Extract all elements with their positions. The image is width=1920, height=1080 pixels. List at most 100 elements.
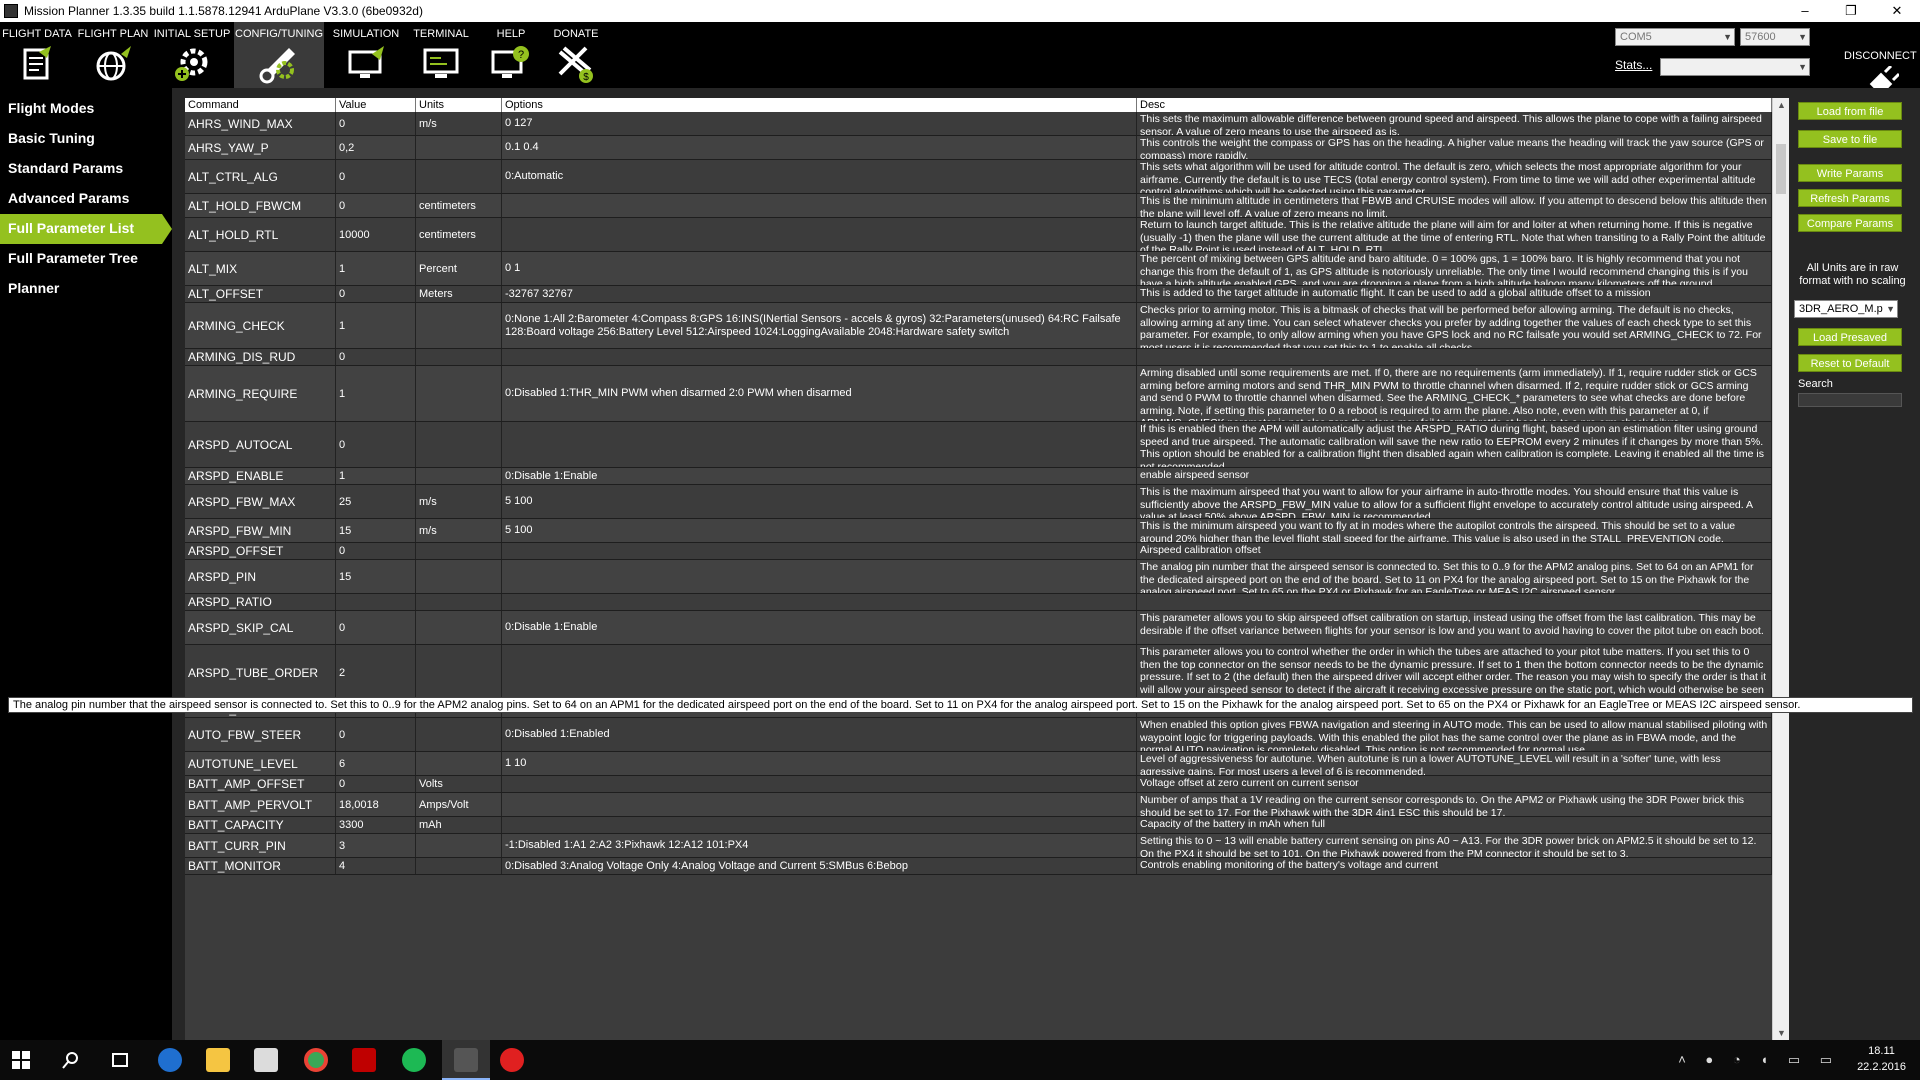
table-row[interactable]: ARMING_DIS_RUD 0 — [185, 349, 1772, 366]
param-value-cell[interactable]: 15 — [336, 519, 416, 542]
param-value-cell[interactable] — [336, 594, 416, 610]
scroll-up-icon[interactable]: ▲ — [1773, 100, 1790, 110]
param-value-cell[interactable]: 15 — [336, 560, 416, 593]
param-value-cell[interactable]: 4 — [336, 858, 416, 874]
refresh-params-button[interactable]: Refresh Params — [1798, 189, 1902, 207]
save-to-file-button[interactable]: Save to file — [1798, 130, 1902, 148]
mail-icon[interactable] — [500, 1048, 524, 1072]
header-value[interactable]: Value — [336, 98, 416, 112]
maximize-button[interactable]: ❐ — [1828, 0, 1874, 22]
table-row[interactable]: ARSPD_SKIP_CAL 0 0:Disable 1:Enable This pa… — [185, 611, 1772, 645]
table-row[interactable]: BATT_CURR_PIN 3 -1:Disabled 1:A1 2:A2 3:Pi… — [185, 834, 1772, 858]
param-value-cell[interactable]: 1 — [336, 303, 416, 348]
load-from-file-button[interactable]: Load from file — [1798, 102, 1902, 120]
table-row[interactable]: ALT_OFFSET 0 Meters -32767 32767 This is add… — [185, 286, 1772, 303]
header-desc[interactable]: Desc — [1137, 98, 1772, 112]
windows-start-icon[interactable] — [12, 1051, 30, 1069]
param-value-cell[interactable]: 1 — [336, 468, 416, 484]
table-row[interactable]: ARSPD_FBW_MIN 15 m/s 5 100 This is the minim… — [185, 519, 1772, 543]
header-options[interactable]: Options — [502, 98, 1137, 112]
table-row[interactable]: BATT_CAPACITY 3300 mAh Capacity of the batt… — [185, 817, 1772, 834]
search-input[interactable] — [1798, 393, 1902, 407]
param-value-cell[interactable]: 0 — [336, 776, 416, 792]
write-params-button[interactable]: Write Params — [1798, 164, 1902, 182]
menu-donate[interactable]: DONATE $ — [548, 22, 604, 88]
menu-flight-data[interactable]: FLIGHT DATA — [0, 22, 74, 88]
system-tray-icons[interactable]: ˄ ● ◔ ◖ ▭ ▭ — [1678, 1052, 1840, 1068]
menu-simulation[interactable]: SIMULATION — [326, 22, 406, 88]
mission-planner-task[interactable] — [442, 1040, 490, 1080]
param-value-cell[interactable]: 0 — [336, 286, 416, 302]
sidebar-item-advanced-params[interactable]: Advanced Params — [0, 184, 172, 214]
edge-icon[interactable] — [158, 1048, 182, 1072]
sidebar-item-flight-modes[interactable]: Flight Modes — [0, 94, 172, 124]
param-value-cell[interactable]: 3 — [336, 834, 416, 857]
table-row[interactable]: AHRS_WIND_MAX 0 m/s 0 127 This sets the maxi… — [185, 112, 1772, 136]
param-value-cell[interactable]: 0 — [336, 543, 416, 559]
table-row[interactable]: ARSPD_OFFSET 0 Airspeed calibration offset — [185, 543, 1772, 560]
table-row[interactable]: ARMING_CHECK 1 0:None 1:All 2:Barometer 4:… — [185, 303, 1772, 349]
table-row[interactable]: ARSPD_ENABLE 1 0:Disable 1:Enable enable ai… — [185, 468, 1772, 485]
param-value-cell[interactable]: 3300 — [336, 817, 416, 833]
param-value-cell[interactable]: 1 — [336, 252, 416, 285]
param-value-cell[interactable]: 0 — [336, 160, 416, 193]
preset-select[interactable]: 3DR_AERO_M.p ▼ — [1794, 300, 1898, 318]
sidebar-item-basic-tuning[interactable]: Basic Tuning — [0, 124, 172, 154]
file-explorer-icon[interactable] — [206, 1048, 230, 1072]
param-value-cell[interactable]: 2 — [336, 645, 416, 700]
param-value-cell[interactable]: 18,0018 — [336, 793, 416, 816]
clock[interactable]: 18.11 22.2.2016 — [1857, 1043, 1906, 1075]
menu-terminal[interactable]: TERMINAL — [408, 22, 474, 88]
menu-flight-plan[interactable]: FLIGHT PLAN — [76, 22, 150, 88]
param-value-cell[interactable]: 0 — [336, 194, 416, 217]
table-row[interactable]: BATT_AMP_OFFSET 0 Volts Voltage offset at z… — [185, 776, 1772, 793]
menu-initial-setup[interactable]: INITIAL SETUP — [152, 22, 232, 88]
minimize-button[interactable]: – — [1782, 0, 1828, 22]
table-row[interactable]: BATT_AMP_PERVOLT 18,0018 Amps/Volt Number o… — [185, 793, 1772, 817]
table-row[interactable]: AHRS_YAW_P 0,2 0.1 0.4 This controls the we… — [185, 136, 1772, 160]
param-value-cell[interactable]: 0 — [336, 112, 416, 135]
table-row[interactable]: ARSPD_PIN 15 The analog pin number that th… — [185, 560, 1772, 594]
table-row[interactable]: ALT_HOLD_RTL 10000 centimeters Return to la… — [185, 218, 1772, 252]
header-units[interactable]: Units — [416, 98, 502, 112]
table-row[interactable]: ARSPD_RATIO — [185, 594, 1772, 611]
param-value-cell[interactable]: 1 — [336, 366, 416, 421]
table-row[interactable]: ALT_MIX 1 Percent 0 1 The percent of mixing … — [185, 252, 1772, 286]
header-command[interactable]: Command — [185, 98, 336, 112]
table-row[interactable]: AUTO_FBW_STEER 0 0:Disabled 1:Enabled When … — [185, 718, 1772, 752]
compare-params-button[interactable]: Compare Params — [1798, 214, 1902, 232]
com-port-select[interactable]: COM5 ▼ — [1615, 28, 1735, 46]
param-value-cell[interactable]: 0 — [336, 422, 416, 467]
chrome-icon[interactable] — [304, 1048, 328, 1072]
load-presaved-button[interactable]: Load Presaved — [1798, 328, 1902, 346]
close-button[interactable]: ✕ — [1874, 0, 1920, 22]
baud-rate-select[interactable]: 57600 ▼ — [1740, 28, 1810, 46]
scroll-thumb[interactable] — [1776, 144, 1786, 194]
param-value-cell[interactable]: 0 — [336, 718, 416, 751]
filezilla-icon[interactable] — [352, 1048, 376, 1072]
search-icon[interactable] — [62, 1051, 80, 1069]
param-value-cell[interactable]: 25 — [336, 485, 416, 518]
menu-config-tuning[interactable]: CONFIG/TUNING — [234, 22, 324, 88]
param-value-cell[interactable]: 0 — [336, 611, 416, 644]
param-value-cell[interactable]: 10000 — [336, 218, 416, 251]
sidebar-item-planner[interactable]: Planner — [0, 274, 172, 304]
param-value-cell[interactable]: 0 — [336, 349, 416, 365]
task-view-icon[interactable] — [110, 1052, 130, 1068]
sidebar-item-standard-params[interactable]: Standard Params — [0, 154, 172, 184]
table-row[interactable]: AUTOTUNE_LEVEL 6 1 10 Level of aggressivene… — [185, 752, 1772, 776]
param-value-cell[interactable]: 6 — [336, 752, 416, 775]
param-value-cell[interactable]: 0,2 — [336, 136, 416, 159]
table-row[interactable]: ALT_HOLD_FBWCM 0 centimeters This is the mi… — [185, 194, 1772, 218]
grid-scrollbar[interactable]: ▲ ▼ — [1772, 98, 1789, 1040]
scroll-down-icon[interactable]: ▼ — [1773, 1028, 1790, 1038]
table-row[interactable]: ALT_CTRL_ALG 0 0:Automatic This sets what a… — [185, 160, 1772, 194]
table-row[interactable]: ARSPD_TUBE_ORDER 2 This parameter allows y… — [185, 645, 1772, 701]
stats-link[interactable]: Stats... — [1615, 58, 1652, 72]
table-row[interactable]: ARMING_REQUIRE 1 0:Disabled 1:THR_MIN PWM … — [185, 366, 1772, 422]
table-row[interactable]: BATT_MONITOR 4 0:Disabled 3:Analog Voltage… — [185, 858, 1772, 875]
sidebar-item-full-parameter-list[interactable]: Full Parameter List — [0, 214, 172, 244]
reset-to-default-button[interactable]: Reset to Default — [1798, 354, 1902, 372]
spotify-icon[interactable] — [402, 1048, 426, 1072]
sidebar-item-full-parameter-tree[interactable]: Full Parameter Tree — [0, 244, 172, 274]
